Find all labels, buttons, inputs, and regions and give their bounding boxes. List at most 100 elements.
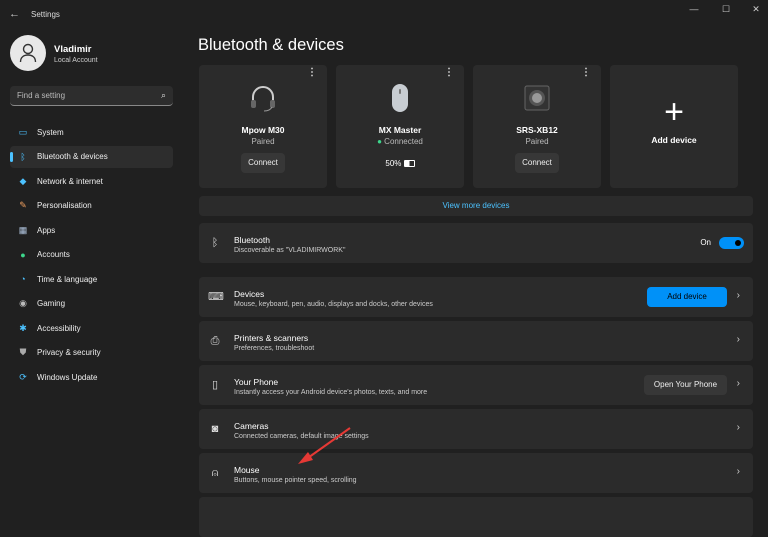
row-subtitle: Discoverable as "VLADIMIRWORK" <box>234 247 346 254</box>
search-input[interactable]: Find a setting ⌕ <box>10 86 173 106</box>
avatar[interactable] <box>10 35 46 71</box>
accessibility-icon: ✱ <box>19 322 27 333</box>
device-name: SRS-XB12 <box>516 125 558 135</box>
add-device-card[interactable]: + Add device <box>610 65 738 188</box>
sidebar-item-label: Privacy & security <box>37 348 101 357</box>
device-name: MX Master <box>378 125 422 135</box>
status-text: Connected <box>384 137 423 146</box>
plus-icon: + <box>664 93 684 131</box>
row-subtitle: Mouse, keyboard, pen, audio, displays an… <box>234 301 433 308</box>
chevron-right-icon: › <box>736 466 740 477</box>
globe-icon: ◔ <box>20 274 26 284</box>
sidebar-item-accessibility[interactable]: ✱ Accessibility <box>10 317 173 339</box>
sidebar-item-system[interactable]: ▭ System <box>10 121 173 143</box>
apps-icon: ▦ <box>18 224 28 235</box>
maximize-button[interactable]: ☐ <box>716 4 736 15</box>
row-title: Mouse <box>234 465 260 475</box>
device-card[interactable]: ⋮ MX Master ● Connected 50% <box>336 65 464 188</box>
sidebar-nav: ▭ System ᛒ Bluetooth & devices ◆ Network & in… <box>10 121 173 391</box>
back-arrow-icon[interactable]: ← <box>9 8 20 20</box>
sidebar-item-personalisation[interactable]: ✎ Personalisation <box>10 195 173 217</box>
device-status: ● Connected <box>336 137 464 146</box>
battery-percent: 50% <box>385 159 402 168</box>
add-device-button[interactable]: Add device <box>647 287 727 307</box>
row-title: Your Phone <box>234 377 279 387</box>
device-status: Paired <box>251 137 275 146</box>
cameras-row[interactable]: ◙ Cameras Connected cameras, default ima… <box>199 409 753 449</box>
search-icon[interactable]: ⌕ <box>161 90 166 101</box>
mouse-icon: ⍝ <box>211 467 219 479</box>
user-name: Vladimir <box>54 44 92 55</box>
sidebar-item-label: Time & language <box>37 274 98 284</box>
close-button[interactable]: ✕ <box>746 4 766 15</box>
more-options-icon[interactable]: ⋮ <box>581 67 591 78</box>
battery-icon <box>403 160 415 168</box>
row-subtitle: Buttons, mouse pointer speed, scrolling <box>234 477 357 484</box>
sidebar-item-label: Accounts <box>37 250 70 259</box>
minimize-button[interactable]: — <box>684 4 704 14</box>
title-bar: ← Settings — ☐ ✕ <box>0 0 768 30</box>
sidebar-item-windows-update[interactable]: ⟳ Windows Update <box>10 366 173 388</box>
printer-icon: ⎙ <box>210 335 220 347</box>
device-card[interactable]: ⋮ SRS-XB12 Paired Connect <box>473 65 601 188</box>
sidebar-item-label: Windows Update <box>37 372 98 382</box>
wifi-icon: ◆ <box>19 175 27 186</box>
shield-icon: ⛊ <box>19 347 27 357</box>
page-title: Bluetooth & devices <box>198 36 344 54</box>
next-row[interactable] <box>199 497 753 537</box>
mouse-row[interactable]: ⍝ Mouse Buttons, mouse pointer speed, sc… <box>199 453 753 493</box>
camera-icon: ◙ <box>211 423 219 435</box>
sidebar-item-privacy-security[interactable]: ⛊ Privacy & security <box>10 342 173 364</box>
row-title: Cameras <box>234 421 269 431</box>
view-more-devices-link[interactable]: View more devices <box>199 196 753 216</box>
headset-icon <box>251 86 275 112</box>
bluetooth-row: ᛒ Bluetooth Discoverable as "VLADIMIRWOR… <box>199 223 753 263</box>
update-icon: ⟳ <box>19 371 27 382</box>
row-subtitle: Preferences, troubleshoot <box>234 345 315 352</box>
device-status: Paired <box>525 137 549 146</box>
chevron-right-icon: › <box>736 290 740 301</box>
connect-button[interactable]: Connect <box>515 153 559 173</box>
add-device-label: Add device <box>651 135 697 145</box>
sidebar-item-accounts[interactable]: ● Accounts <box>10 244 173 266</box>
accounts-icon: ● <box>20 249 26 260</box>
row-title: Bluetooth <box>234 235 270 245</box>
battery-level: 50% <box>336 159 464 168</box>
sidebar-item-apps[interactable]: ▦ Apps <box>10 219 173 241</box>
device-card[interactable]: ⋮ Mpow M30 Paired Connect <box>199 65 327 188</box>
row-subtitle: Connected cameras, default image setting… <box>234 433 369 440</box>
sidebar-item-time-language[interactable]: ◔ Time & language <box>10 268 173 290</box>
printers-row[interactable]: ⎙ Printers & scanners Preferences, troub… <box>199 321 753 361</box>
sidebar-item-label: Bluetooth & devices <box>37 152 108 161</box>
bluetooth-toggle[interactable] <box>719 237 744 249</box>
sidebar-item-label: Accessibility <box>37 323 81 333</box>
chevron-right-icon: › <box>736 334 740 345</box>
device-cards: ⋮ Mpow M30 Paired Connect ⋮ MX Master ● … <box>199 65 738 188</box>
sidebar-item-network-internet[interactable]: ◆ Network & internet <box>10 170 173 192</box>
bluetooth-icon: ᛒ <box>211 237 219 249</box>
row-subtitle: Instantly access your Android device's p… <box>234 389 428 396</box>
brush-icon: ✎ <box>19 200 27 210</box>
devices-row[interactable]: ⌨ Devices Mouse, keyboard, pen, audio, d… <box>199 277 753 317</box>
toggle-state: On <box>700 238 711 247</box>
more-options-icon[interactable]: ⋮ <box>307 67 317 78</box>
device-name: Mpow M30 <box>241 125 285 135</box>
sidebar-item-label: Apps <box>37 225 56 235</box>
row-title: Printers & scanners <box>234 333 309 343</box>
chevron-right-icon: › <box>736 378 740 389</box>
mouse-device-icon <box>392 84 408 112</box>
sidebar-item-label: Network & internet <box>37 176 103 186</box>
sidebar-item-bluetooth-devices[interactable]: ᛒ Bluetooth & devices <box>10 145 173 168</box>
your-phone-row[interactable]: ▯ Your Phone Instantly access your Andro… <box>199 365 753 405</box>
phone-icon: ▯ <box>211 379 219 391</box>
more-options-icon[interactable]: ⋮ <box>444 67 454 78</box>
bluetooth-icon: ᛒ <box>20 151 26 162</box>
open-your-phone-button[interactable]: Open Your Phone <box>644 375 727 395</box>
chevron-right-icon: › <box>736 422 740 433</box>
sidebar-item-label: System <box>37 127 64 137</box>
sidebar-item-label: Gaming <box>37 299 66 308</box>
row-title: Devices <box>234 289 265 299</box>
app-title: Settings <box>31 10 60 19</box>
connect-button[interactable]: Connect <box>241 153 285 173</box>
sidebar-item-gaming[interactable]: ◉ Gaming <box>10 293 173 315</box>
